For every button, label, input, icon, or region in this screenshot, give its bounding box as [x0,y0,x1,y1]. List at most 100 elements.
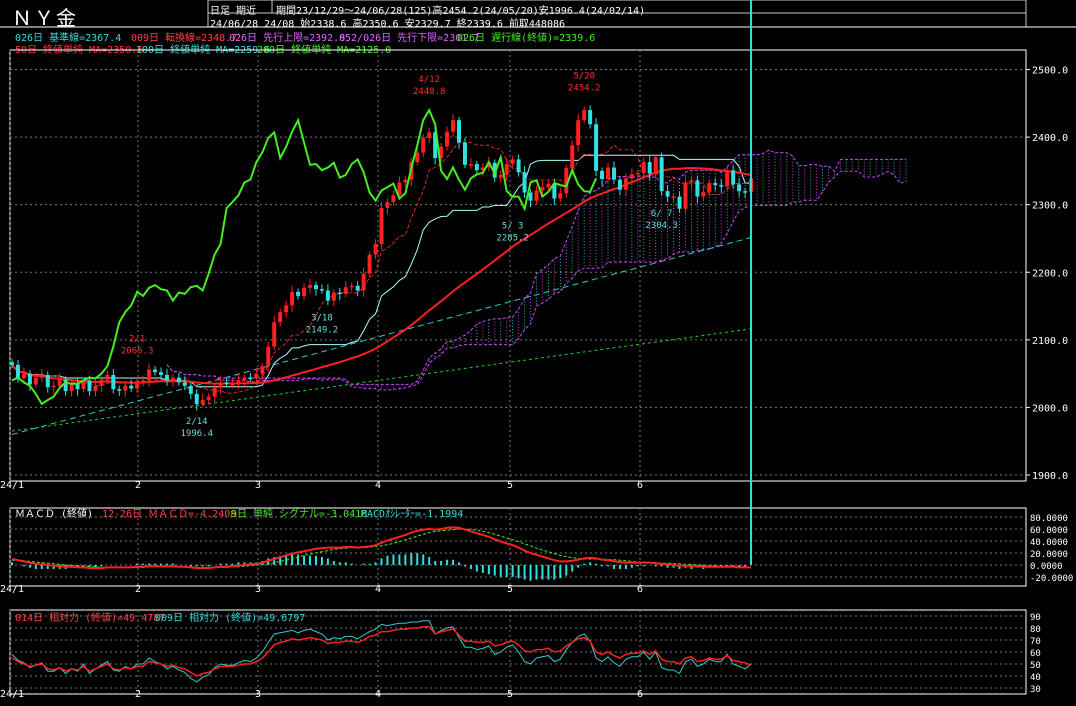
x-tick-label-macd: 2 [135,584,141,595]
candle [582,110,587,121]
candle [302,287,307,296]
x-tick-label-rsi: 6 [637,689,643,700]
x-tick-label-macd: 3 [255,584,261,595]
annotation-date: 2/14 [186,417,208,427]
candle [385,201,390,209]
annotation-value: 2285.2 [496,234,529,244]
x-tick-label-rsi: 4 [375,689,381,700]
candle [206,396,211,400]
x-tick-label-main: 4 [375,480,381,491]
rsi-y-tick-label: 80 [1030,625,1041,635]
x-tick-label-macd: 5 [507,584,513,595]
chikou-line [11,107,598,406]
candle [212,387,217,397]
x-tick-label-main: 3 [255,480,261,491]
candle [737,184,742,192]
candle [313,285,318,290]
candle [611,167,616,180]
candle [743,191,748,193]
candle [123,385,128,391]
candle [147,369,152,381]
candle [606,167,610,179]
macd-y-tick-label: 80.0000 [1030,514,1068,524]
candle [671,196,676,199]
annotation-date: 5/ 3 [502,222,524,232]
candle [421,137,426,153]
candle [665,191,670,197]
candle [260,366,265,374]
candle [331,292,336,301]
candle [242,377,247,381]
candle [588,110,593,125]
x-tick-label-rsi: 5 [507,689,513,700]
macd-y-tick-label: 20.0000 [1030,550,1068,560]
candle [504,164,509,175]
candle [224,382,229,384]
candle [218,382,223,388]
rsi-y-tick-label: 90 [1030,613,1041,623]
candle [308,285,312,288]
candle [290,291,295,306]
candle [57,379,62,386]
candle [361,273,366,291]
candle [474,164,479,171]
candle [725,170,730,187]
x-tick-label-rsi: 2 [135,689,141,700]
candle [445,131,450,147]
x-tick-label-macd: 24/1 [0,584,24,595]
candle [647,162,652,174]
candle [15,364,20,379]
candle [427,132,432,138]
candle [558,193,563,199]
candle [164,374,169,381]
candle [635,172,640,175]
candle [653,157,658,174]
candle [39,374,44,378]
candles [10,105,754,411]
rsi-y-tick-label: 70 [1030,637,1041,647]
candle [731,170,736,185]
candle [617,179,622,190]
candle [117,389,122,391]
x-tick-label-rsi: 24/1 [0,689,24,700]
candle [546,183,551,188]
candle [522,172,527,193]
macd-y-tick-label: 40.0000 [1030,538,1068,548]
rsi-y-tick-label: 30 [1030,685,1041,695]
x-tick-label-main: 5 [507,480,513,491]
annotation-value: 2304.3 [645,221,678,231]
candle [457,120,461,143]
candle [623,178,628,190]
annotation-date: 6/ 7 [651,209,673,219]
x-tick-label-main: 6 [637,480,643,491]
macd-y-tick-label: 0.0000 [1030,562,1063,572]
annotation-value: 2065.3 [121,346,154,356]
candle [188,385,193,394]
candle [236,380,241,384]
candle [200,399,205,405]
x-tick-label-macd: 4 [375,584,381,595]
candle [182,382,187,386]
candle [319,289,324,291]
candle [379,208,384,244]
candle [510,159,515,165]
candle [528,192,533,201]
candle [600,170,605,179]
annotation-value: 2448.8 [413,87,446,97]
candle [349,285,354,288]
y-tick-label: 2200.0 [1032,268,1068,279]
candle [451,120,456,132]
candle [594,124,599,171]
annotation-value: 2454.2 [568,83,601,93]
senkou-span-a [166,149,906,385]
candle [93,385,98,392]
x-tick-label-main: 24/1 [0,480,24,491]
candle [87,380,92,392]
x-tick-label-main: 2 [135,480,141,491]
candle [33,377,38,385]
candle [677,196,682,209]
candle [230,383,235,386]
candle [391,195,396,202]
candle [111,374,116,390]
candle [141,380,146,382]
